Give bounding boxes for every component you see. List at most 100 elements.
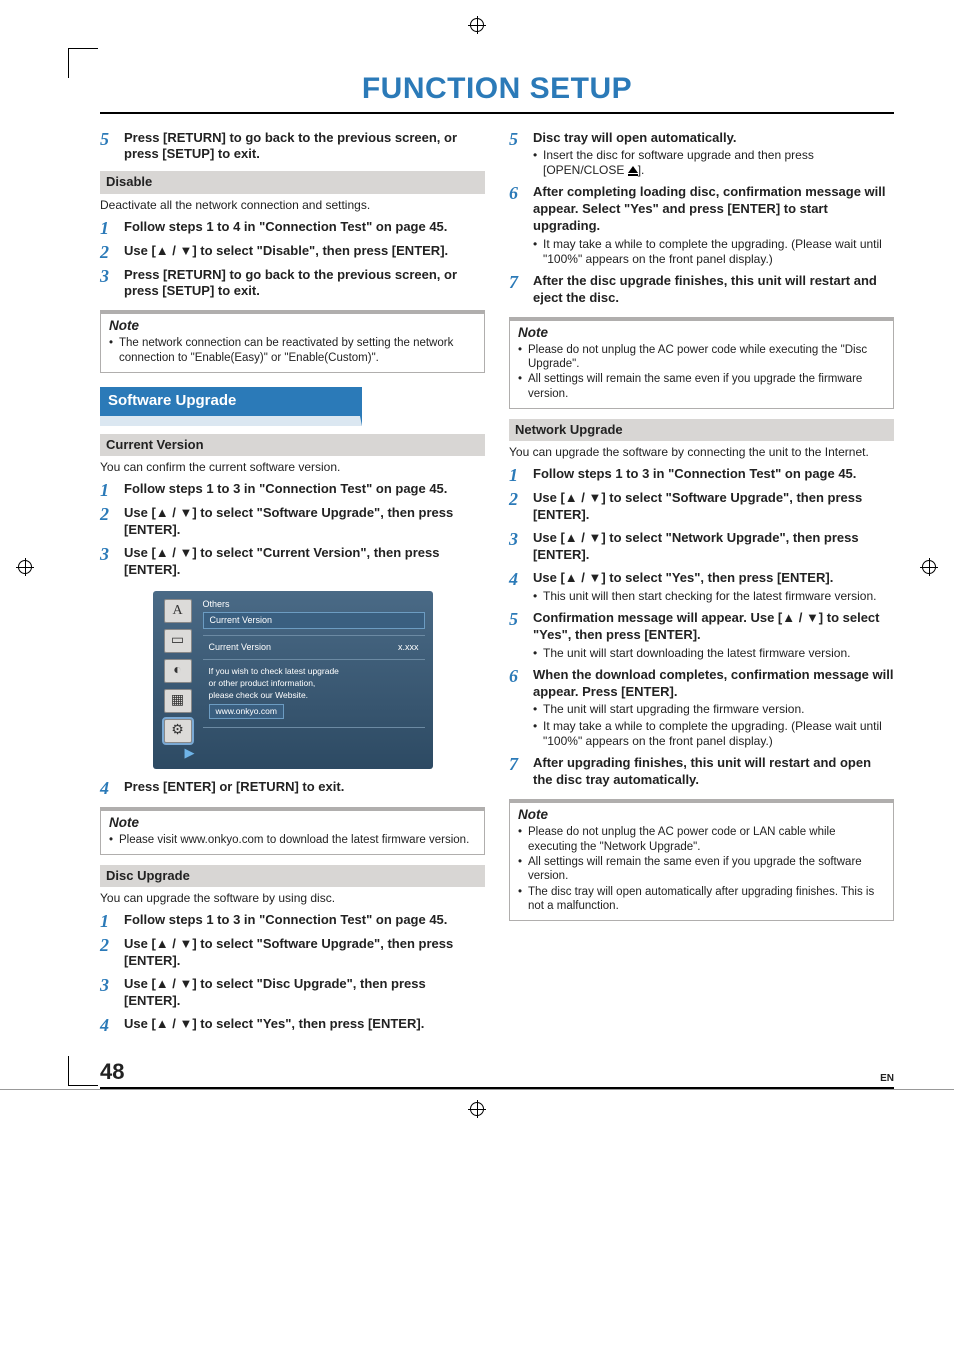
step-text: Use [▲ / ▼] to select "Disc Upgrade", th… — [124, 976, 485, 1010]
crop-mark — [68, 48, 98, 78]
step-number: 2 — [100, 936, 116, 970]
crop-mark — [68, 1056, 98, 1086]
substep: It may take a while to complete the upgr… — [543, 719, 894, 749]
step-number: 3 — [100, 545, 116, 579]
print-registration-mark — [470, 1102, 484, 1116]
bullet: • — [518, 372, 524, 401]
bullet: • — [518, 343, 524, 372]
step-text: Use [▲ / ▼] to select "Yes", then press … — [533, 570, 876, 587]
ui-label: Current Version — [209, 642, 272, 653]
step-text: When the download completes, confirmatio… — [533, 667, 894, 701]
note-box: Note •Please do not unplug the AC power … — [509, 317, 894, 409]
step-text: Disc tray will open automatically. — [533, 130, 894, 147]
step-number: 5 — [100, 130, 116, 164]
menu-video-icon: ▭ — [164, 629, 192, 653]
bullet: • — [518, 825, 524, 854]
step-text: After upgrading finishes, this unit will… — [533, 755, 894, 789]
step-text: Use [▲ / ▼] to select "Software Upgrade"… — [124, 936, 485, 970]
note-text: Please do not unplug the AC power code o… — [528, 825, 885, 854]
note-title: Note — [101, 811, 484, 832]
step-number: 6 — [509, 184, 525, 267]
ui-breadcrumb: Others — [203, 599, 425, 610]
step-number: 7 — [509, 273, 525, 307]
bullet: • — [533, 702, 539, 717]
subhead-current-version: Current Version — [100, 434, 485, 456]
step-text: Use [▲ / ▼] to select "Yes", then press … — [124, 1016, 424, 1034]
note-text: The disc tray will open automatically af… — [528, 885, 885, 914]
step-number: 5 — [509, 610, 525, 661]
menu-language-icon: A — [164, 599, 192, 623]
ui-info-line: If you wish to check latest upgrade — [209, 666, 419, 678]
step-text: Use [▲ / ▼] to select "Disable", then pr… — [124, 243, 448, 261]
step-number: 3 — [509, 530, 525, 564]
bullet: • — [518, 885, 524, 914]
note-text: Please do not unplug the AC power code w… — [528, 343, 885, 372]
bullet: • — [518, 855, 524, 884]
step-number: 7 — [509, 755, 525, 789]
print-registration-mark — [18, 560, 32, 574]
menu-parental-icon: ▦ — [164, 689, 192, 713]
note-box: Note •The network connection can be reac… — [100, 310, 485, 373]
step-number: 2 — [509, 490, 525, 524]
step-number: 4 — [100, 779, 116, 797]
bullet: • — [109, 833, 115, 847]
step-number: 1 — [100, 219, 116, 237]
step-number: 5 — [509, 130, 525, 179]
subhead-network-upgrade: Network Upgrade — [509, 419, 894, 441]
step-text: After the disc upgrade finishes, this un… — [533, 273, 894, 307]
ui-value: x.xxx — [398, 642, 419, 653]
substep: This unit will then start checking for t… — [543, 589, 876, 604]
substep: The unit will start downloading the late… — [543, 646, 850, 661]
rule — [100, 112, 894, 114]
ui-info-line: please check our Website. — [209, 690, 419, 702]
print-registration-mark — [922, 560, 936, 574]
menu-audio-icon: ◐ — [164, 659, 192, 683]
step-text: Follow steps 1 to 3 in "Connection Test"… — [124, 912, 447, 930]
substep: It may take a while to complete the upgr… — [543, 237, 894, 267]
note-text: All settings will remain the same even i… — [528, 855, 885, 884]
bullet: • — [109, 336, 115, 365]
step-number: 2 — [100, 505, 116, 539]
step-text: Press [RETURN] to go back to the previou… — [124, 267, 485, 301]
substep: The unit will start upgrading the firmwa… — [543, 702, 804, 717]
bullet: • — [533, 719, 539, 749]
body-text: You can upgrade the software by using di… — [100, 891, 485, 906]
body-text: You can confirm the current software ver… — [100, 460, 485, 475]
ui-info-line: or other product information, — [209, 678, 419, 690]
ui-url: www.onkyo.com — [209, 704, 284, 719]
step-text: Press [RETURN] to go back to the previou… — [124, 130, 485, 164]
menu-others-icon: ⚙ — [164, 719, 192, 743]
bullet: • — [533, 589, 539, 604]
bullet: • — [533, 148, 539, 178]
note-text: The network connection can be reactivate… — [119, 336, 476, 365]
bullet: • — [533, 237, 539, 267]
step-text: Follow steps 1 to 4 in "Connection Test"… — [124, 219, 447, 237]
step-number: 1 — [100, 481, 116, 499]
right-column: 5 Disc tray will open automatically. • I… — [509, 124, 894, 1038]
note-box: Note •Please do not unplug the AC power … — [509, 799, 894, 921]
subhead-disable: Disable — [100, 171, 485, 193]
eject-icon — [628, 166, 638, 173]
step-text: After completing loading disc, confirmat… — [533, 184, 894, 235]
menu-arrow-icon: ▶ — [185, 745, 195, 761]
substep: Insert the disc for software upgrade and… — [543, 148, 894, 178]
note-box: Note • Please visit www.onkyo.com to down… — [100, 807, 485, 855]
left-column: 5 Press [RETURN] to go back to the previ… — [100, 124, 485, 1038]
bullet: • — [533, 646, 539, 661]
step-text: Follow steps 1 to 3 in "Connection Test"… — [124, 481, 447, 499]
note-text: All settings will remain the same even i… — [528, 372, 885, 401]
body-text: You can upgrade the software by connecti… — [509, 445, 894, 460]
step-number: 1 — [509, 466, 525, 484]
step-text: Use [▲ / ▼] to select "Software Upgrade"… — [124, 505, 485, 539]
step-text: Use [▲ / ▼] to select "Software Upgrade"… — [533, 490, 894, 524]
note-title: Note — [101, 314, 484, 335]
section-software-upgrade: Software Upgrade — [100, 387, 362, 426]
ui-selected-row: Current Version — [203, 612, 425, 629]
step-number: 4 — [509, 570, 525, 604]
page-footer: 48 EN — [100, 1058, 894, 1090]
body-text: Deactivate all the network connection an… — [100, 198, 485, 213]
step-text: Use [▲ / ▼] to select "Network Upgrade",… — [533, 530, 894, 564]
step-text: Follow steps 1 to 3 in "Connection Test"… — [533, 466, 856, 484]
note-text: Please visit www.onkyo.com to download t… — [119, 833, 469, 847]
step-number: 6 — [509, 667, 525, 750]
